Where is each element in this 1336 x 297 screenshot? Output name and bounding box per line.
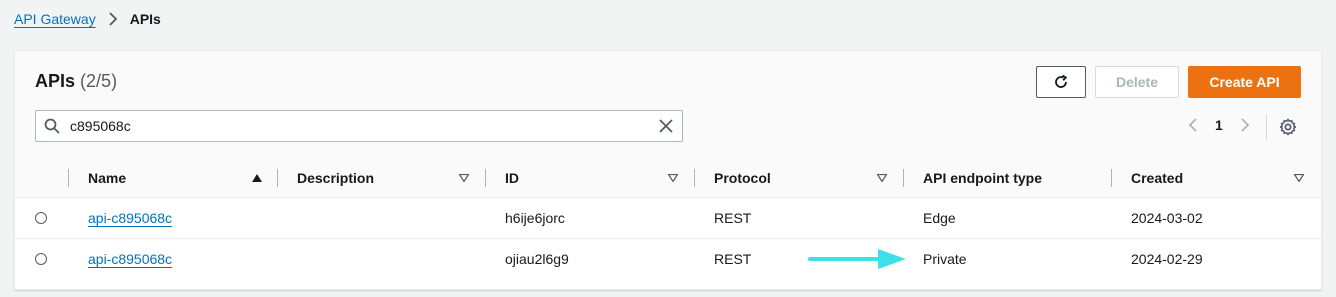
apis-panel: APIs (2/5) Delete Create API c895068c 1 … <box>14 50 1322 290</box>
breadcrumb-api-gateway-link[interactable]: API Gateway <box>14 11 96 27</box>
clear-search-icon[interactable] <box>658 118 674 134</box>
column-divider <box>485 169 486 187</box>
api-protocol: REST <box>714 251 752 267</box>
api-id: h6ije6jorc <box>505 210 565 226</box>
api-created: 2024-03-02 <box>1131 210 1203 226</box>
search-field[interactable] <box>35 110 683 142</box>
selection-count: (2/5) <box>80 71 118 91</box>
next-page-icon[interactable] <box>1237 117 1253 133</box>
column-header-name[interactable]: Name <box>88 159 126 197</box>
column-divider <box>694 169 695 187</box>
sort-icon[interactable] <box>459 174 469 182</box>
column-divider <box>903 169 904 187</box>
api-endpoint-type: Edge <box>923 210 956 226</box>
panel-title: APIs (2/5) <box>35 71 117 92</box>
sort-ascending-icon[interactable] <box>252 174 262 182</box>
sort-icon[interactable] <box>668 174 678 182</box>
refresh-icon <box>1053 74 1069 90</box>
column-header-protocol[interactable]: Protocol <box>714 159 771 197</box>
refresh-button[interactable] <box>1036 66 1086 98</box>
table-row[interactable]: api-c895068c ojiau2l6g9 REST Private 202… <box>15 239 1321 279</box>
panel-header: APIs (2/5) Delete Create API c895068c 1 <box>15 51 1321 160</box>
api-created: 2024-02-29 <box>1131 251 1203 267</box>
pagination: 1 <box>1185 117 1253 133</box>
panel-title-text: APIs <box>35 71 76 91</box>
column-header-created[interactable]: Created <box>1131 159 1183 197</box>
previous-page-icon[interactable] <box>1185 117 1201 133</box>
column-header-api-endpoint-type[interactable]: API endpoint type <box>923 159 1042 197</box>
annotation-arrow-icon <box>808 249 906 269</box>
column-divider <box>277 169 278 187</box>
pagination-divider <box>1266 114 1267 140</box>
api-name-link[interactable]: api-c895068c <box>88 210 172 226</box>
search-input[interactable] <box>68 117 658 135</box>
delete-button[interactable]: Delete <box>1095 66 1179 98</box>
sort-icon[interactable] <box>1294 174 1304 182</box>
api-protocol: REST <box>714 210 752 226</box>
breadcrumb: API Gateway APIs <box>14 9 161 29</box>
row-select-radio[interactable] <box>35 212 47 224</box>
gear-icon[interactable] <box>1279 118 1297 136</box>
column-header-id[interactable]: ID <box>505 159 519 197</box>
table-header: Name Description ID Protocol API endpoin… <box>15 159 1321 198</box>
chevron-right-icon <box>108 12 118 26</box>
current-page-number[interactable]: 1 <box>1215 117 1223 133</box>
apis-table: Name Description ID Protocol API endpoin… <box>15 159 1321 279</box>
column-divider <box>68 169 69 187</box>
table-row[interactable]: api-c895068c h6ije6jorc REST Edge 2024-0… <box>15 198 1321 239</box>
search-icon <box>44 118 60 134</box>
api-id: ojiau2l6g9 <box>505 251 569 267</box>
column-divider <box>1111 169 1112 187</box>
api-endpoint-type: Private <box>923 251 967 267</box>
row-select-radio[interactable] <box>35 253 47 265</box>
breadcrumb-current: APIs <box>129 11 161 27</box>
column-header-description[interactable]: Description <box>297 159 374 197</box>
create-api-button[interactable]: Create API <box>1188 66 1301 98</box>
sort-icon[interactable] <box>877 174 887 182</box>
api-name-link[interactable]: api-c895068c <box>88 251 172 267</box>
